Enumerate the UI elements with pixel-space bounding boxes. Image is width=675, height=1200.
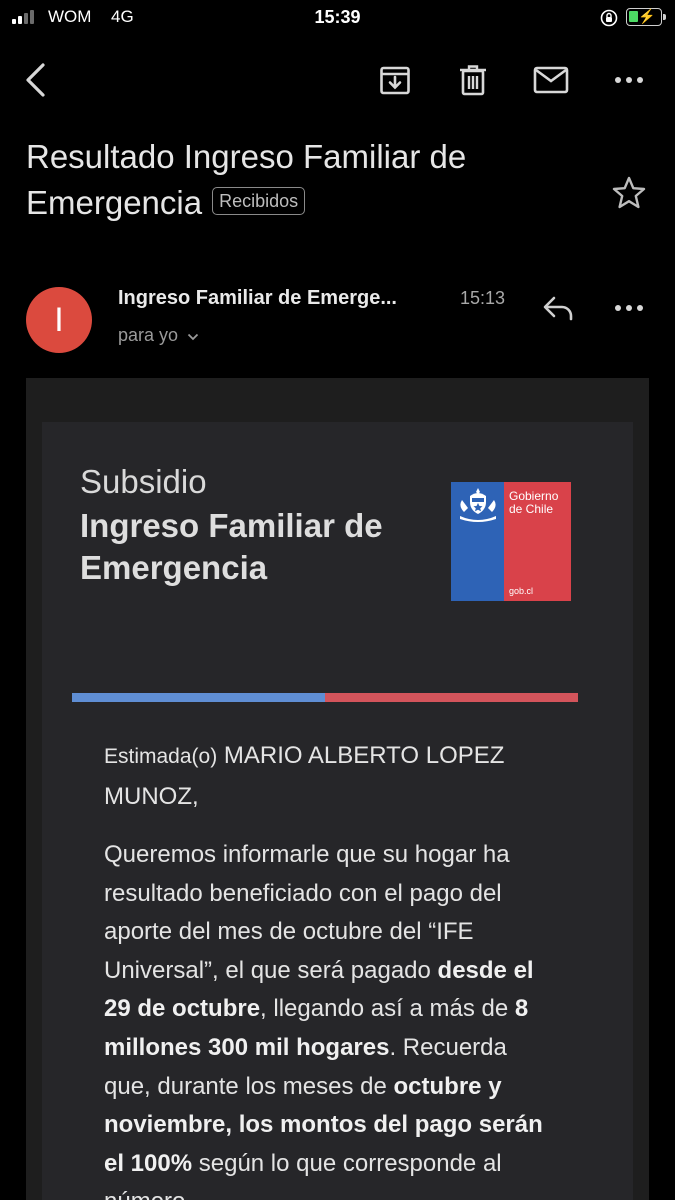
logo-url: gob.cl (509, 586, 534, 596)
mark-unread-button[interactable] (529, 58, 573, 102)
sender-name[interactable]: Ingreso Familiar de Emerge... (118, 287, 448, 310)
hero-title: Ingreso Familiar de Emergencia (80, 507, 383, 586)
label-chip[interactable]: Recibidos (212, 187, 306, 216)
archive-icon (380, 66, 410, 95)
more-icon (615, 305, 643, 311)
coat-of-arms-icon (460, 488, 496, 522)
body-paragraph: Queremos informarle que su hogar ha resu… (104, 836, 554, 1200)
email-time: 15:13 (460, 288, 506, 308)
greeting-lead: Estimada(o) (104, 745, 218, 768)
delete-button[interactable] (451, 58, 495, 102)
hero-subtitle: Subsidio (80, 463, 207, 500)
more-options-button[interactable] (607, 58, 651, 102)
recipient-details[interactable]: para yo (118, 325, 199, 346)
divider-stripe-red (325, 693, 578, 702)
reply-icon (543, 296, 573, 321)
battery-icon: ⚡ (626, 8, 666, 26)
back-arrow-icon (26, 63, 45, 97)
sender-avatar[interactable]: I (26, 287, 92, 353)
rotation-lock-icon (600, 9, 618, 27)
back-button[interactable] (14, 58, 58, 102)
status-bar: WOM 4G 15:39 ⚡ (0, 0, 675, 36)
greeting: Estimada(o) MARIO ALBERTO LOPEZ MUNOZ, (104, 736, 544, 817)
gobierno-de-chile-logo: Gobierno de Chile gob.cl (451, 482, 571, 601)
status-time: 15:39 (314, 7, 361, 27)
email-subject: Resultado Ingreso Familiar de Emergencia… (26, 134, 586, 226)
mail-icon (533, 66, 569, 94)
battery-level (629, 11, 639, 22)
message-more-button[interactable] (607, 288, 651, 328)
reply-button[interactable] (536, 288, 580, 328)
more-icon (615, 77, 643, 83)
archive-button[interactable] (373, 58, 417, 102)
star-icon[interactable] (610, 174, 648, 212)
divider-stripe-blue (72, 693, 325, 702)
recipient-text: para yo (118, 325, 179, 345)
chevron-down-icon (187, 333, 199, 341)
para-text-2: , llegando así a más de (260, 995, 515, 1023)
logo-text: Gobierno de Chile (509, 489, 559, 516)
trash-icon (460, 65, 486, 96)
email-toolbar (0, 50, 675, 106)
